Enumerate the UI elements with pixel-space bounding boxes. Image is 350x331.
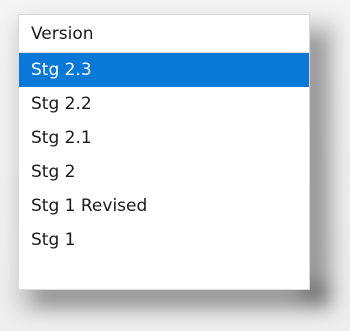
- version-option-label: Stg 2: [31, 162, 76, 182]
- version-option[interactable]: Stg 2.3: [19, 53, 309, 87]
- dropdown-header-label: Version: [31, 24, 94, 44]
- version-option-label: Stg 2.1: [31, 128, 92, 148]
- version-option[interactable]: Stg 2: [19, 155, 309, 189]
- screenshot-stage: Version Stg 2.3 Stg 2.2 Stg 2.1 Stg 2 St…: [0, 0, 350, 331]
- version-dropdown[interactable]: Version Stg 2.3 Stg 2.2 Stg 2.1 Stg 2 St…: [18, 14, 310, 290]
- version-option[interactable]: Stg 1: [19, 223, 309, 257]
- version-option-list: Stg 2.3 Stg 2.2 Stg 2.1 Stg 2 Stg 1 Revi…: [19, 53, 309, 257]
- version-option-label: Stg 2.3: [31, 60, 92, 80]
- version-option-label: Stg 1 Revised: [31, 196, 148, 216]
- version-option-label: Stg 2.2: [31, 94, 92, 114]
- dropdown-header[interactable]: Version: [19, 15, 309, 53]
- version-option-label: Stg 1: [31, 230, 76, 250]
- version-option[interactable]: Stg 2.1: [19, 121, 309, 155]
- version-option[interactable]: Stg 1 Revised: [19, 189, 309, 223]
- version-option[interactable]: Stg 2.2: [19, 87, 309, 121]
